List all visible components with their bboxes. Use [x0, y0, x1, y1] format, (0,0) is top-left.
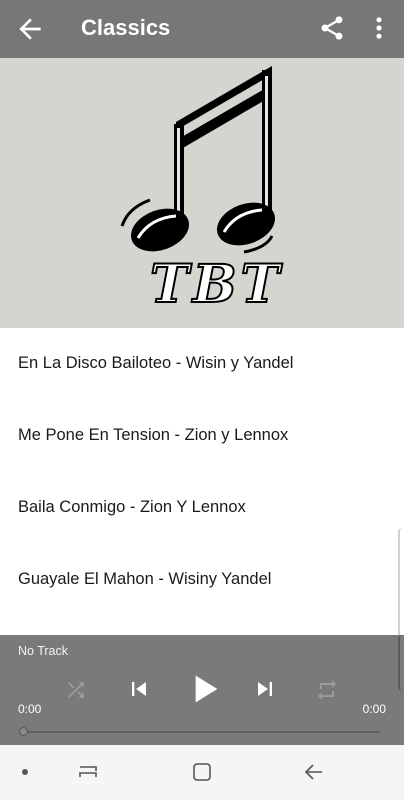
list-item[interactable]: En La Disco Bailoteo - Wisin y Yandel — [0, 328, 404, 400]
list-item[interactable]: Guayale El Mahon - Wisiny Yandel — [0, 544, 404, 616]
seek-handle[interactable] — [19, 727, 28, 736]
list-item[interactable]: Baila Conmigo - Zion Y Lennox — [0, 472, 404, 544]
skip-next-icon[interactable] — [251, 675, 279, 703]
track-title: Guayale El Mahon - Wisiny Yandel — [18, 570, 272, 588]
track-title: En La Disco Bailoteo - Wisin y Yandel — [18, 354, 294, 372]
shuffle-icon[interactable] — [64, 678, 88, 702]
now-playing-label: No Track — [18, 644, 69, 658]
track-title: Me Pone En Tension - Zion y Lennox — [18, 426, 289, 444]
app-bar: Classics — [0, 0, 404, 58]
seek-bar[interactable] — [22, 731, 380, 733]
list-item[interactable]: Me Pone En Tension - Zion y Lennox — [0, 400, 404, 472]
logo-text: TBT — [149, 253, 284, 316]
album-banner: TBT — [0, 58, 404, 328]
arrow-back-icon[interactable] — [14, 13, 46, 45]
back-icon[interactable] — [302, 761, 326, 783]
more-vert-icon[interactable] — [370, 14, 388, 42]
recents-icon[interactable] — [78, 761, 100, 783]
track-title: Baila Conmigo - Zion Y Lennox — [18, 498, 246, 516]
elapsed-time: 0:00 — [18, 702, 42, 716]
player-bar: No Track 0:00 0:00 — [0, 635, 404, 745]
page-title: Classics — [81, 15, 171, 40]
scroll-indicator — [398, 635, 404, 691]
system-nav-bar — [0, 745, 404, 800]
share-icon[interactable] — [318, 14, 346, 42]
dot-icon[interactable] — [20, 767, 30, 777]
skip-previous-icon[interactable] — [125, 675, 153, 703]
track-list: En La Disco Bailoteo - Wisin y Yandel Me… — [0, 328, 404, 688]
home-icon[interactable] — [191, 761, 213, 783]
repeat-icon[interactable] — [315, 678, 339, 702]
play-icon[interactable] — [184, 669, 224, 709]
duration-time: 0:00 — [362, 702, 386, 716]
